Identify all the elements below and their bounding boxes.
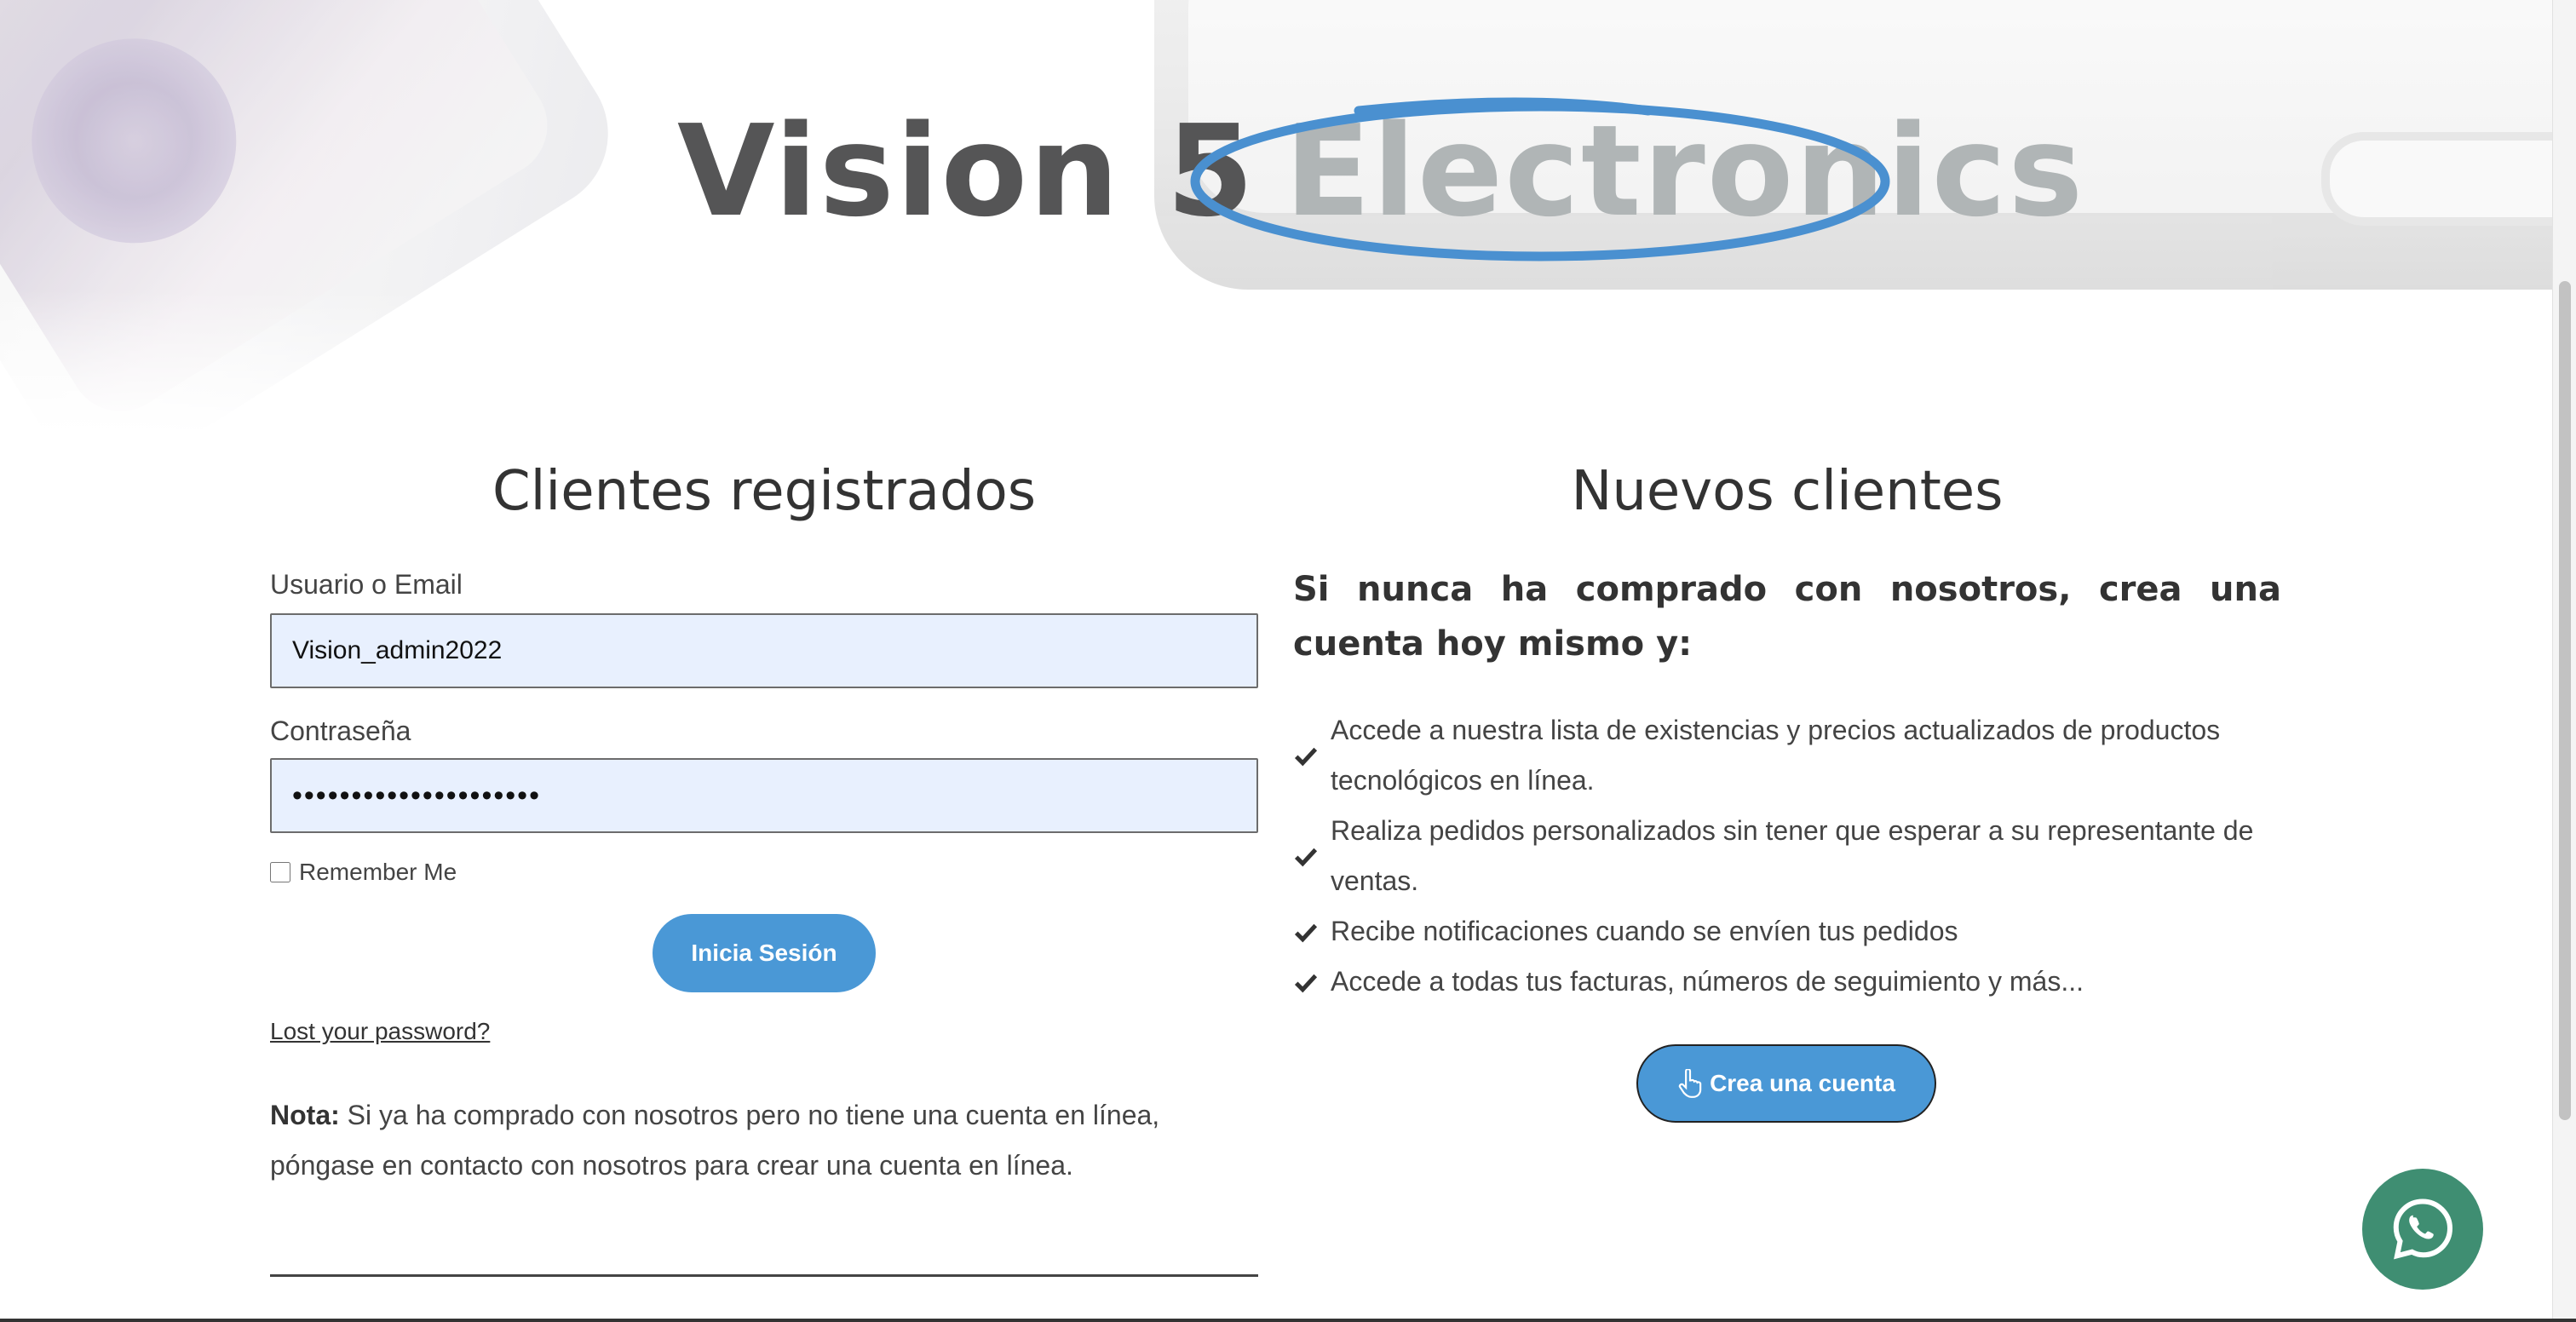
scrollbar-thumb[interactable] bbox=[2559, 281, 2571, 1120]
benefit-item: Accede a nuestra lista de existencias y … bbox=[1293, 705, 2281, 806]
login-button[interactable]: Inicia Sesión bbox=[653, 914, 876, 992]
whatsapp-button[interactable] bbox=[2362, 1169, 2483, 1290]
register-intro: Si nunca ha comprado con nosotros, crea … bbox=[1293, 570, 2281, 664]
whatsapp-icon bbox=[2393, 1198, 2453, 1260]
remember-me: Remember Me bbox=[270, 859, 457, 886]
benefit-text: Realiza pedidos personalizados sin tener… bbox=[1331, 815, 2254, 896]
benefit-text: Recibe notificaciones cuando se envíen t… bbox=[1331, 916, 1958, 946]
note-label: Nota: bbox=[270, 1100, 340, 1130]
register-title: Nuevos clientes bbox=[1571, 460, 2004, 523]
note-text: Si ya ha comprado con nosotros pero no t… bbox=[270, 1100, 1160, 1181]
username-input[interactable] bbox=[270, 613, 1258, 688]
hand-pointer-icon bbox=[1678, 1069, 1702, 1098]
lost-password-link[interactable]: Lost your password? bbox=[270, 1018, 490, 1045]
page-bottom-border bbox=[0, 1319, 2576, 1322]
benefit-text: Accede a todas tus facturas, números de … bbox=[1331, 966, 2084, 997]
check-icon bbox=[1294, 923, 1318, 942]
password-input[interactable] bbox=[270, 758, 1258, 833]
create-account-button[interactable]: Crea una cuenta bbox=[1636, 1044, 1936, 1123]
benefit-item: Realiza pedidos personalizados sin tener… bbox=[1293, 806, 2281, 906]
check-icon bbox=[1294, 747, 1318, 767]
check-icon bbox=[1294, 974, 1318, 992]
username-label: Usuario o Email bbox=[270, 569, 463, 600]
login-note: Nota: Si ya ha comprado con nosotros per… bbox=[270, 1090, 1258, 1191]
benefit-item: Accede a todas tus facturas, números de … bbox=[1293, 957, 2281, 1007]
remember-me-checkbox[interactable] bbox=[270, 862, 290, 882]
create-account-label: Crea una cuenta bbox=[1710, 1070, 1895, 1096]
login-title: Clientes registrados bbox=[492, 460, 1037, 523]
benefit-text: Accede a nuestra lista de existencias y … bbox=[1331, 715, 2221, 796]
password-label: Contraseña bbox=[270, 716, 411, 746]
benefits-list: Accede a nuestra lista de existencias y … bbox=[1293, 705, 2281, 1007]
section-divider bbox=[270, 1274, 1258, 1277]
check-icon bbox=[1294, 848, 1318, 867]
brand-name-part1: Vision 5 bbox=[677, 98, 1256, 244]
remember-me-label: Remember Me bbox=[299, 859, 457, 885]
benefit-item: Recibe notificaciones cuando se envíen t… bbox=[1293, 906, 2281, 957]
brand-ellipse-highlight bbox=[1190, 97, 1890, 262]
